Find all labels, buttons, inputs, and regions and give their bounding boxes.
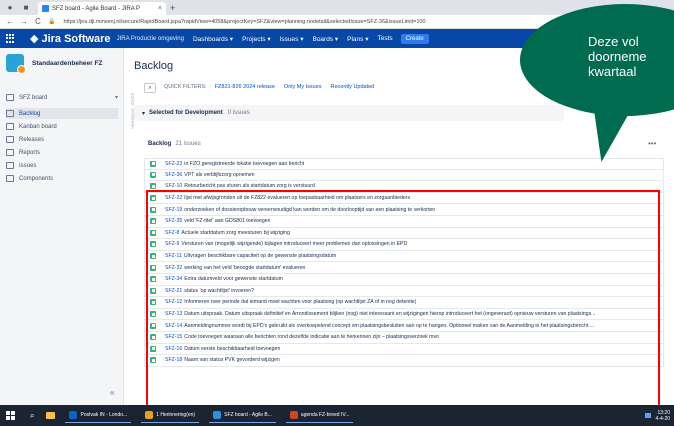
story-icon xyxy=(150,171,156,178)
windows-start-icon[interactable] xyxy=(6,410,16,421)
speech-bubble-text: Deze vol doorneme kwartaal xyxy=(588,34,647,79)
more-actions-icon[interactable]: ••• xyxy=(648,139,656,148)
filter-recently-updated[interactable]: Recently Updated xyxy=(331,84,375,90)
project-sidebar: Standaardenbeheer FZ SFZ board ▾ Backlog… xyxy=(0,48,124,405)
nav-boards[interactable]: Boards ▾ xyxy=(312,35,338,43)
powerpoint-icon xyxy=(289,411,298,419)
taskbar-app-label: 1 Herinnering(en) xyxy=(156,412,196,418)
taskbar-app-outlook[interactable]: Postvak IN - Londo... xyxy=(65,408,132,423)
project-name: Standaardenbeheer FZ xyxy=(32,59,103,67)
jira-product-name[interactable]: Jira Software xyxy=(41,33,110,45)
page-title: Backlog xyxy=(134,60,174,72)
chevron-down-icon[interactable]: ▾ xyxy=(142,110,145,117)
new-tab-button[interactable]: + xyxy=(170,3,175,13)
issue-key[interactable]: SFZ-36 xyxy=(165,172,182,178)
issues-icon xyxy=(6,162,14,169)
network-icon[interactable] xyxy=(644,413,651,418)
system-tray: 13:20 4-4-20 xyxy=(642,410,670,422)
project-header[interactable]: Standaardenbeheer FZ xyxy=(6,54,103,74)
sidebar-item-kanban[interactable]: Kanban board xyxy=(6,121,118,132)
sprint-issue-count: 0 issues xyxy=(227,110,250,116)
story-icon xyxy=(150,160,156,167)
jira-logo-icon[interactable]: ◆ xyxy=(30,32,38,45)
windows-taskbar: ⌕ Postvak IN - Londo... 1 Herinnering(en… xyxy=(0,405,674,426)
lock-icon: 🔒 xyxy=(48,19,56,25)
backlog-icon xyxy=(6,110,14,117)
sidebar-item-label: Kanban board xyxy=(19,123,57,130)
sidebar-item-label: Components xyxy=(19,175,54,182)
taskbar-app-reminder[interactable]: 1 Herinnering(en) xyxy=(141,408,200,423)
issue-summary: Retourbericht pas sturen als startdatum … xyxy=(184,183,315,190)
issue-key[interactable]: SFZ-23 xyxy=(165,161,182,167)
sidebar-item-issues[interactable]: Issues xyxy=(6,160,118,171)
search-icon[interactable]: ⌕ xyxy=(30,411,34,421)
search-icon[interactable]: ⌕ xyxy=(144,83,156,93)
sidebar-item-label: Issues xyxy=(19,162,37,169)
tab-title: SFZ board - Agile Board - JIRA P xyxy=(52,5,141,12)
highlight-rectangle xyxy=(146,190,660,414)
project-avatar xyxy=(6,54,26,74)
nav-projects[interactable]: Projects ▾ xyxy=(242,35,271,43)
sprint-title: Selected for Development xyxy=(149,110,223,116)
clock-date: 4-4-20 xyxy=(655,415,670,422)
back-icon[interactable]: ← xyxy=(6,17,14,26)
sidebar-item-backlog[interactable]: Backlog xyxy=(6,108,118,119)
sidebar-item-components[interactable]: Components xyxy=(6,173,118,184)
taskbar-app-browser[interactable]: SFZ board - Agile B... xyxy=(209,408,276,423)
app-switcher-icon[interactable] xyxy=(6,33,16,44)
components-icon xyxy=(6,175,14,182)
browser-tab[interactable]: SFZ board - Agile Board - JIRA P × xyxy=(38,2,166,15)
sidebar-item-label: Releases xyxy=(19,136,45,143)
quick-filters-label: QUICK FILTERS: xyxy=(164,84,207,90)
sidebar-item-label: Reports xyxy=(19,149,41,156)
profile-icon[interactable]: ● xyxy=(4,3,16,13)
nav-tests[interactable]: Tests xyxy=(377,35,392,42)
sidebar-item-label: SFZ board xyxy=(19,94,48,101)
backlog-issue-count: 21 issues xyxy=(175,141,201,147)
issue-row[interactable]: SFZ-36 VPT als verblijfszorg opnemen xyxy=(144,169,664,182)
nav-issues[interactable]: Issues ▾ xyxy=(280,35,304,43)
clock[interactable]: 13:20 4-4-20 xyxy=(656,410,670,422)
issue-summary: VPT als verblijfszorg opnemen xyxy=(184,171,255,178)
outlook-icon xyxy=(69,411,78,419)
sidebar-item-reports[interactable]: Reports xyxy=(6,147,118,158)
sprint-header-selected[interactable]: ▾ Selected for Development 0 issues xyxy=(134,105,564,121)
nav-plans[interactable]: Plans ▾ xyxy=(347,35,368,43)
taskbar-app-label: Postvak IN - Londo... xyxy=(80,412,128,418)
backlog-header: Backlog 21 issues xyxy=(148,141,201,147)
sidebar-item-board[interactable]: SFZ board ▾ xyxy=(6,92,118,103)
nav-dashboards[interactable]: Dashboards ▾ xyxy=(193,35,233,43)
quick-filters: QUICK FILTERS: FZ821-826 2024 release On… xyxy=(164,84,383,90)
filter-my-issues[interactable]: Only My Issues xyxy=(284,84,322,90)
taskbar-app-label: SFZ board - Agile B... xyxy=(224,412,272,418)
reload-icon[interactable]: C xyxy=(34,17,42,26)
file-explorer-icon[interactable] xyxy=(46,412,56,419)
collapse-sidebar-icon[interactable]: « xyxy=(110,388,114,397)
sidebar-item-label: Backlog xyxy=(19,110,41,117)
environment-label: JIRA Productie omgeving xyxy=(116,35,184,42)
filter-release[interactable]: FZ821-826 2024 release xyxy=(215,84,275,90)
story-icon xyxy=(150,183,156,190)
screen: ● ■ SFZ board - Agile Board - JIRA P × +… xyxy=(0,0,674,426)
issue-key[interactable]: SFZ-10 xyxy=(165,183,182,189)
ship-icon xyxy=(6,136,14,143)
backlog-title: Backlog xyxy=(148,141,172,147)
taskbar-app-label: agenda FZ-breed IV... xyxy=(300,412,350,418)
taskbar-app-powerpoint[interactable]: agenda FZ-breed IV... xyxy=(285,408,354,423)
issue-summary: in FZO geregistreerde lokatie toevoegen … xyxy=(184,160,305,167)
chevron-down-icon[interactable]: ▾ xyxy=(115,94,118,101)
address-field[interactable]: https://jira.dji.minvenj.nl/secure/Rapid… xyxy=(63,19,425,25)
sidebar-item-releases[interactable]: Releases xyxy=(6,134,118,145)
browser-icon xyxy=(213,411,222,419)
bell-icon xyxy=(145,411,154,419)
close-tab-icon[interactable]: × xyxy=(158,5,162,12)
forward-icon[interactable]: → xyxy=(20,17,28,26)
board-icon xyxy=(6,94,14,101)
chart-icon xyxy=(6,149,14,156)
jira-favicon-icon xyxy=(42,5,49,12)
kanban-icon xyxy=(6,123,14,130)
clock-time: 13:20 xyxy=(657,409,670,416)
create-button[interactable]: Create xyxy=(400,33,429,44)
tab-actions-icon[interactable]: ■ xyxy=(20,3,32,13)
